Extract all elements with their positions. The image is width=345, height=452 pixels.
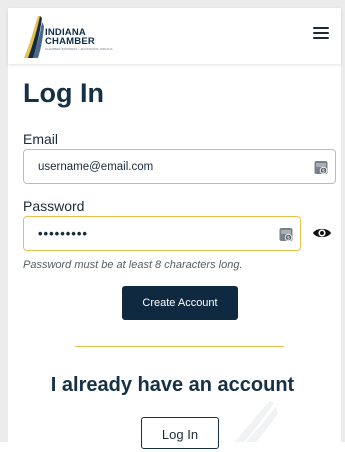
password-input[interactable] [38,217,258,250]
password-label: Password [23,198,85,214]
email-input[interactable] [38,150,288,183]
site-header: INDIANA CHAMBER CHAMBER BUSINESS • ADVAN… [8,8,341,64]
browser-frame-top [0,0,345,8]
indiana-chamber-logo[interactable]: INDIANA CHAMBER CHAMBER BUSINESS • ADVAN… [22,14,122,60]
email-label: Email [23,131,59,147]
svg-text:$: $ [322,168,325,174]
eye-icon[interactable] [312,226,332,240]
page-title: Log In [23,78,104,108]
password-hint: Password must be at least 8 characters l… [23,259,243,271]
hamburger-icon [313,27,329,29]
existing-account-heading: I already have an account [50,374,295,396]
password-manager-icon[interactable]: $ [279,227,293,242]
logo-text-line2: CHAMBER [45,36,95,47]
hamburger-icon-line [313,37,329,39]
logo-watermark-icon [234,401,278,442]
logo-tagline: CHAMBER BUSINESS • ADVANCING INDIANA [45,47,113,51]
section-divider [75,346,284,347]
hamburger-icon-line [313,32,329,34]
hamburger-menu-button[interactable] [313,27,329,41]
password-field-wrapper: $ [23,216,301,251]
create-account-button[interactable]: Create Account [122,286,238,320]
svg-text:$: $ [287,235,290,241]
email-field-wrapper: $ [23,149,336,184]
login-button[interactable]: Log In [141,417,219,449]
password-manager-icon[interactable]: $ [314,160,328,175]
